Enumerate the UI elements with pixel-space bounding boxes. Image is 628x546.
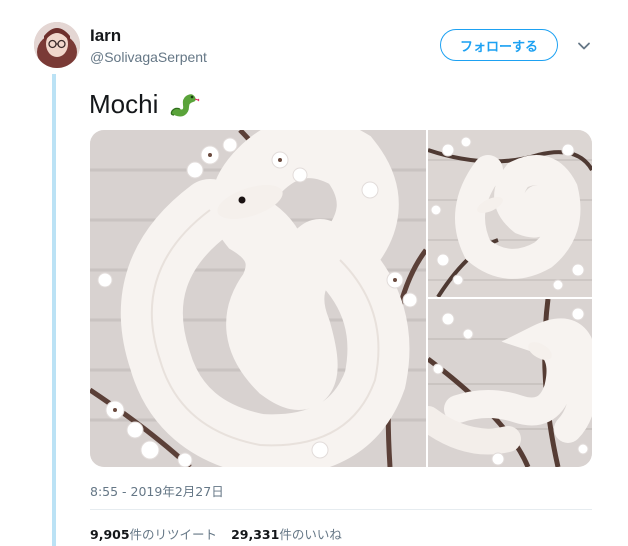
thread-line: [52, 74, 56, 546]
follow-button[interactable]: フォローする: [440, 29, 558, 61]
retweet-label: 件のリツイート: [129, 527, 218, 542]
media-grid: [90, 130, 592, 467]
user-handle[interactable]: @SolivagaSerpent: [90, 48, 207, 66]
like-count: 29,331: [231, 527, 280, 542]
snake-emoji-icon: [171, 94, 200, 117]
divider: [90, 509, 592, 510]
tweet-timestamp[interactable]: 8:55 - 2019年2月27日: [90, 481, 224, 500]
tweet-text-content: Mochi: [89, 89, 159, 119]
like-stat[interactable]: 29,331件のいいね: [231, 524, 342, 543]
retweet-count: 9,905: [90, 527, 130, 542]
photo-main[interactable]: [90, 130, 426, 467]
chevron-down-icon[interactable]: [574, 36, 594, 56]
photo-top-right[interactable]: [428, 130, 592, 297]
avatar[interactable]: [34, 22, 80, 68]
like-label: 件のいいね: [279, 527, 342, 542]
tweet-text: Mochi: [89, 88, 200, 120]
engagement-stats: 9,905件のリツイート 29,331件のいいね: [90, 524, 342, 543]
display-name[interactable]: Iarn: [90, 26, 207, 46]
user-info[interactable]: Iarn @SolivagaSerpent: [90, 26, 207, 66]
retweet-stat[interactable]: 9,905件のリツイート: [90, 524, 217, 543]
photo-bottom-right[interactable]: [428, 299, 592, 467]
